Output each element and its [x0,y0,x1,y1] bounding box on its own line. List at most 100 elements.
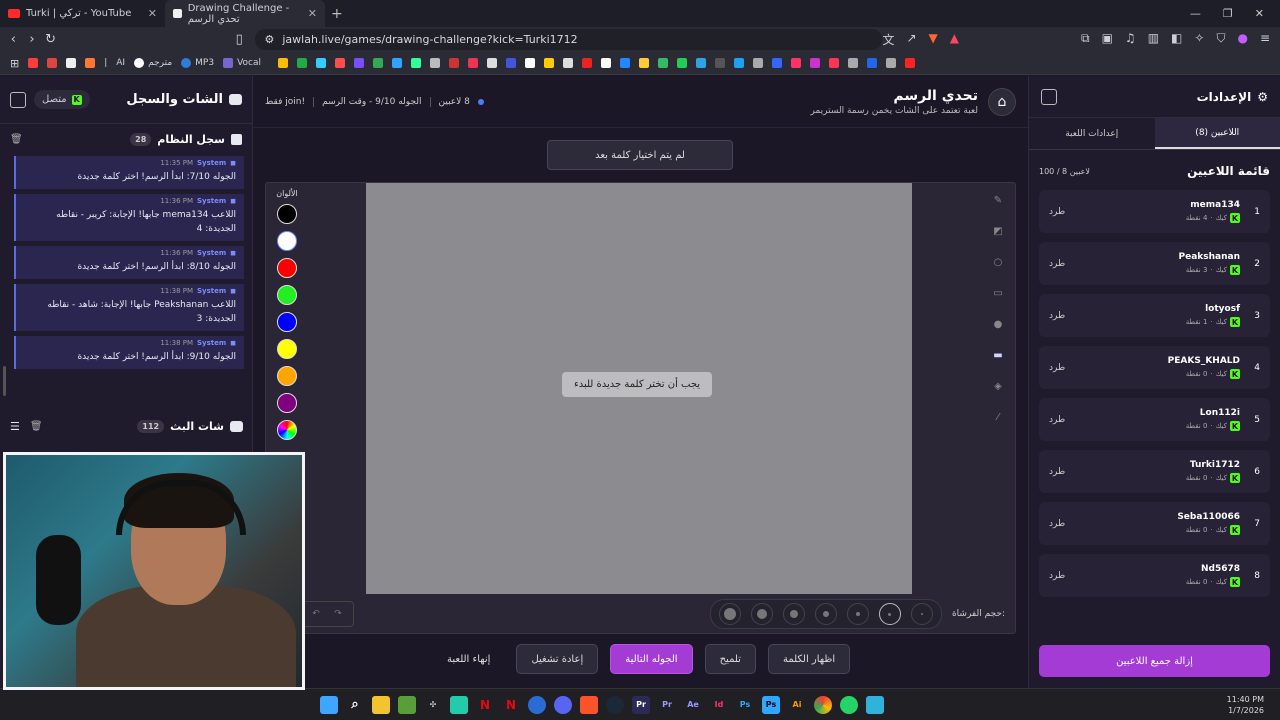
bookmark-icon[interactable] [810,58,820,68]
bookmark-icon[interactable] [620,58,630,68]
tab-youtube[interactable]: Turki | تركي - YouTube ✕ [0,0,165,27]
brush-size-option[interactable] [718,603,741,625]
kick-player-button[interactable]: طرد [1049,571,1065,581]
color-swatch-green[interactable] [277,285,297,305]
kick-player-button[interactable]: طرد [1049,415,1065,425]
back-icon[interactable]: ‹ [4,32,23,47]
steam-icon[interactable] [606,695,624,714]
color-swatch-white[interactable] [277,231,297,251]
bookmark-icon[interactable] [373,58,383,68]
kick-player-button[interactable]: طرد [1049,207,1065,217]
minecraft-icon[interactable] [398,695,416,714]
bookmark-icon[interactable] [791,58,801,68]
home-button[interactable]: ⌂ [988,87,1016,116]
photoshop-beta-icon[interactable]: Ps [762,695,780,714]
bookmark-icon[interactable] [430,58,440,68]
bookmark-mp3[interactable]: MP3 [181,58,214,68]
bookmark-icon[interactable] [47,58,58,68]
windows-start-icon[interactable] [320,695,338,714]
bookmark-icon[interactable] [411,58,421,68]
screenshot-icon[interactable]: ▣ [1102,31,1113,48]
premiere-rush-icon[interactable]: Pr [632,695,650,714]
brush-size-option[interactable] [878,603,901,625]
color-swatch-orange[interactable] [277,366,297,386]
undo-icon[interactable]: ↶ [307,605,325,623]
netflix-icon[interactable]: N [476,696,494,714]
bookmark-icon[interactable] [658,58,668,68]
wallet-icon[interactable]: ◧ [1171,31,1182,48]
brush-size-option[interactable] [814,603,837,625]
next-round-button[interactable]: الجوله التالية [610,644,693,674]
url-field[interactable]: ⚙ jawlah.live/games/drawing-challenge?ki… [254,29,883,50]
pen-tool-icon[interactable]: ✎ [987,189,1009,211]
bookmark-translate[interactable]: مترجم [134,58,172,68]
bookmark-icon[interactable] [392,58,402,68]
rectangle-tool-icon[interactable]: ▭ [987,282,1009,304]
share-icon[interactable]: ↗ [906,31,916,48]
translate-icon[interactable]: 文 [882,31,894,48]
bookmark-icon[interactable] [278,58,288,68]
music-icon[interactable]: ♫ [1125,31,1136,48]
bookmark-icon[interactable] [829,58,839,68]
filled-rectangle-tool-icon[interactable]: ▬ [987,344,1009,366]
bookmark-icon[interactable] [468,58,478,68]
tab-game-settings[interactable]: إعدادات اللعبة [1029,118,1155,149]
eraser-tool-icon[interactable]: ◩ [987,220,1009,242]
bookmark-ai[interactable]: AI [116,58,125,68]
circle-tool-icon[interactable]: ○ [987,251,1009,273]
color-swatch-black[interactable] [277,204,297,224]
extensions-icon[interactable]: ⧉ [1081,31,1090,48]
brush-size-option[interactable] [750,603,773,625]
maximize-icon[interactable]: ❐ [1223,7,1233,20]
kick-player-button[interactable]: طرد [1049,467,1065,477]
kick-player-button[interactable]: طرد [1049,259,1065,269]
bookmark-icon[interactable] [66,58,77,68]
bookmark-icon[interactable] [544,58,554,68]
color-swatch-yellow[interactable] [277,339,297,359]
menu-icon[interactable]: ≡ [1260,31,1270,48]
premiere-icon[interactable]: Pr [658,696,676,714]
hint-button[interactable]: تلميح [704,644,756,674]
file-explorer-icon[interactable] [372,695,390,714]
bookmark-icon[interactable] [886,58,896,68]
bookmark-icon[interactable] [677,58,687,68]
kick-player-button[interactable]: طرد [1049,363,1065,373]
bookmark-icon[interactable] [506,58,516,68]
bookmark-icon[interactable] [696,58,706,68]
system-log-list[interactable]: 11:35 PM System ◼ الجوله 7/10: ابدأ الرسم!… [14,156,244,391]
reload-icon[interactable]: ↻ [41,32,60,47]
color-swatch-blue[interactable] [277,312,297,332]
kick-player-button[interactable]: طرد [1049,519,1065,529]
bookmark-icon[interactable] [734,58,744,68]
fill-bucket-tool-icon[interactable]: ◈ [987,375,1009,397]
bookmark-icon[interactable] [582,58,592,68]
bookmark-icon[interactable] [297,58,307,68]
color-swatch-red[interactable] [277,258,297,278]
chrome-icon[interactable] [814,695,832,714]
collapse-panel-icon[interactable] [1041,88,1057,105]
color-picker[interactable] [277,420,297,440]
bookmark-icon[interactable] [354,58,364,68]
indesign-icon[interactable]: Id [710,696,728,714]
bookmark-icon[interactable] [563,58,573,68]
bookmark-icon[interactable] [639,58,649,68]
bookmark-icon[interactable] [715,58,725,68]
bookmark-icon[interactable] [905,58,915,68]
brush-size-option[interactable] [846,603,869,625]
log-scrollbar[interactable] [3,366,6,396]
bookmark-icon[interactable] [525,58,535,68]
brave-rewards-icon[interactable]: ▲ [950,31,959,48]
sort-icon[interactable]: ☰ [10,420,20,433]
color-swatch-purple[interactable] [277,393,297,413]
new-tab-button[interactable]: + [331,6,343,22]
bookmark-icon[interactable] [335,58,345,68]
remove-all-players-button[interactable]: إزالة جميع اللاعبين [1039,645,1270,677]
line-tool-icon[interactable]: ⁄ [987,406,1009,428]
bookmark-vocal[interactable]: Vocal [223,58,261,68]
reveal-word-button[interactable]: اظهار الكلمة [767,644,851,674]
clear-log-icon[interactable]: 🗑 [10,134,23,145]
search-icon[interactable]: ⌕ [346,696,364,714]
bookmark-icon[interactable] [316,58,326,68]
photoshop-icon[interactable]: Ps [736,696,754,714]
bookmark-icon[interactable] [772,58,782,68]
